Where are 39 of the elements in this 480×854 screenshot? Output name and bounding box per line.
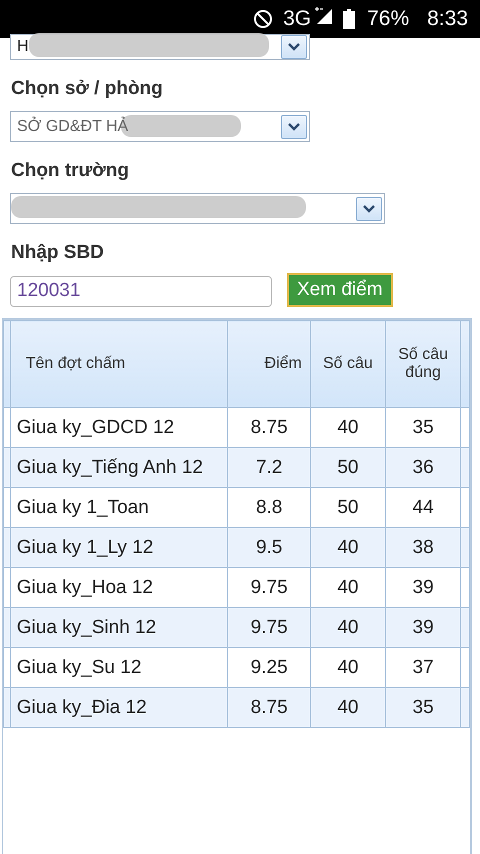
battery-icon (343, 9, 356, 29)
caret-icon (281, 35, 307, 59)
table-cell: 9.5 (228, 528, 310, 568)
table-cell: 9.75 (228, 608, 310, 648)
battery-level: 76% (367, 7, 410, 31)
input-field[interactable]: 120031 (10, 276, 272, 306)
submit-button[interactable]: Xem điểm (287, 273, 393, 307)
dropdown-value: SỞ GD&ĐT HẢ (16, 118, 128, 136)
field-label: Chọn trường (11, 160, 130, 182)
table-cell: 7.2 (228, 448, 310, 488)
dropdown[interactable] (10, 193, 385, 224)
signal-icon (315, 7, 334, 25)
caret-icon (281, 114, 307, 138)
dropdown[interactable]: H (10, 34, 310, 60)
column-header: Số câu đúng (385, 320, 461, 408)
column-header: Điểm (228, 320, 310, 408)
field-label: Chọn sở / phòng (11, 78, 164, 100)
dropdown[interactable]: SỞ GD&ĐT HẢ (10, 111, 310, 142)
network-label: 3G (283, 7, 312, 31)
table-cell: 40 (310, 608, 386, 648)
table-cell: 8.75 (228, 688, 310, 728)
table-cell: 38 (385, 528, 461, 568)
column-header: Tên đợt chấm (10, 320, 228, 408)
table-cell: Giua ky_Tiếng Anh 12 (10, 448, 228, 488)
do-not-disturb-icon (253, 9, 274, 29)
caret-icon (356, 196, 382, 220)
column-header: Số câu (310, 320, 386, 408)
clock: 8:33 (427, 7, 468, 31)
table-cell: Giua ky 1_Ly 12 (10, 528, 228, 568)
table-cell: 40 (310, 528, 386, 568)
table-cell: 39 (385, 608, 461, 648)
table-cell: 36 (385, 448, 461, 488)
table-cell: Giua ky_Đia 12 (10, 688, 228, 728)
table-cell: 50 (310, 448, 386, 488)
table-cell: 40 (310, 688, 386, 728)
table-cell: Giua ky_Sinh 12 (10, 608, 228, 648)
field-label: Nhập SBD (11, 242, 105, 264)
table-cell: 35 (385, 688, 461, 728)
dropdown-value: H (16, 38, 29, 56)
